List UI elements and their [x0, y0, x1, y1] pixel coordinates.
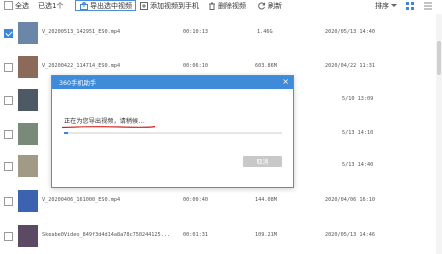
row-checkbox[interactable] [4, 96, 13, 105]
date: 5/13 14:40 [342, 162, 374, 168]
scrollbar[interactable] [436, 14, 442, 254]
duration: 00:06:10 [183, 63, 208, 69]
select-all[interactable]: 全选 [4, 0, 29, 11]
video-thumbnail [18, 89, 38, 111]
row-checkbox[interactable] [4, 197, 13, 206]
file-size: 603.86M [255, 63, 277, 69]
selected-count: 已选1个 [38, 1, 64, 10]
cancel-button[interactable]: 取消 [243, 156, 282, 167]
sort-dropdown[interactable]: 排序 [375, 0, 397, 11]
duration: 00:00:40 [183, 197, 208, 203]
export-status-message: 正在为您导出视频，请稍候... [64, 118, 145, 125]
date: 2020/04/22 11:31 [325, 63, 375, 69]
table-row[interactable]: Skeabe0Video_849f3d4d14a8a78c750244125..… [0, 222, 434, 250]
toolbar: 全选 已选1个 导出选中视频 添加视频到手机 删除视频 刷新 排序 [0, 0, 442, 13]
video-thumbnail [18, 155, 38, 177]
progress-fill [64, 132, 69, 134]
dialog-title: 360手机助手 [59, 80, 97, 87]
row-checkbox[interactable] [4, 162, 13, 171]
date: 2020/04/06 16:10 [325, 197, 375, 203]
file-name: Skeabe0Video_849f3d4d14a8a78c750244125..… [42, 232, 171, 238]
table-row[interactable]: V_20200406_161000_ES0.mp4 00:00:40 144.0… [0, 187, 434, 215]
file-size: 144.08M [255, 197, 277, 203]
select-all-checkbox[interactable] [4, 1, 13, 10]
delete-video-button[interactable]: 删除视频 [207, 0, 246, 11]
video-thumbnail [18, 22, 38, 44]
video-thumbnail [18, 225, 38, 247]
trash-icon [207, 1, 216, 10]
row-checkbox[interactable] [4, 130, 13, 139]
date: 5/13 14:10 [342, 130, 374, 136]
row-checkbox[interactable] [4, 29, 13, 38]
add-icon [139, 1, 148, 10]
row-checkbox[interactable] [4, 232, 13, 241]
export-selected-button[interactable]: 导出选中视频 [75, 0, 136, 11]
export-dialog: 360手机助手 × 正在为您导出视频，请稍候... 取消 [51, 75, 294, 188]
grid-view-icon[interactable] [404, 0, 416, 11]
file-size: 109.21M [255, 232, 277, 238]
chevron-down-icon [391, 4, 397, 7]
duration: 00:01:31 [183, 232, 208, 238]
video-thumbnail [18, 190, 38, 212]
export-progress-bar [64, 132, 282, 134]
video-thumbnail [18, 123, 38, 145]
row-checkbox[interactable] [4, 63, 13, 72]
select-all-label: 全选 [15, 1, 29, 10]
date: 2020/05/13 14:40 [325, 29, 375, 35]
video-thumbnail [18, 56, 38, 78]
close-icon[interactable]: × [282, 77, 289, 87]
scrollbar-thumb[interactable] [437, 41, 441, 75]
date: 5/10 13:09 [342, 96, 374, 102]
table-row[interactable]: V_20200513_142951_ES0.mp4 00:10:13 1.46G… [0, 19, 434, 47]
date: 2020/05/13 14:46 [325, 232, 375, 238]
refresh-button[interactable]: 刷新 [257, 0, 282, 11]
export-icon [79, 1, 88, 10]
red-underline-mark [61, 125, 156, 129]
file-name: V_20200406_161000_ES0.mp4 [42, 197, 121, 203]
file-size: 1.46G [257, 29, 273, 35]
add-video-button[interactable]: 添加视频到手机 [139, 0, 199, 11]
duration: 00:10:13 [183, 29, 208, 35]
file-name: V_20200422_114714_ES0.mp4 [42, 63, 121, 69]
refresh-icon [257, 1, 266, 10]
dialog-title-bar: 360手机助手 [52, 76, 293, 89]
list-view-icon[interactable] [422, 0, 434, 11]
file-name: V_20200513_142951_ES0.mp4 [42, 29, 121, 35]
